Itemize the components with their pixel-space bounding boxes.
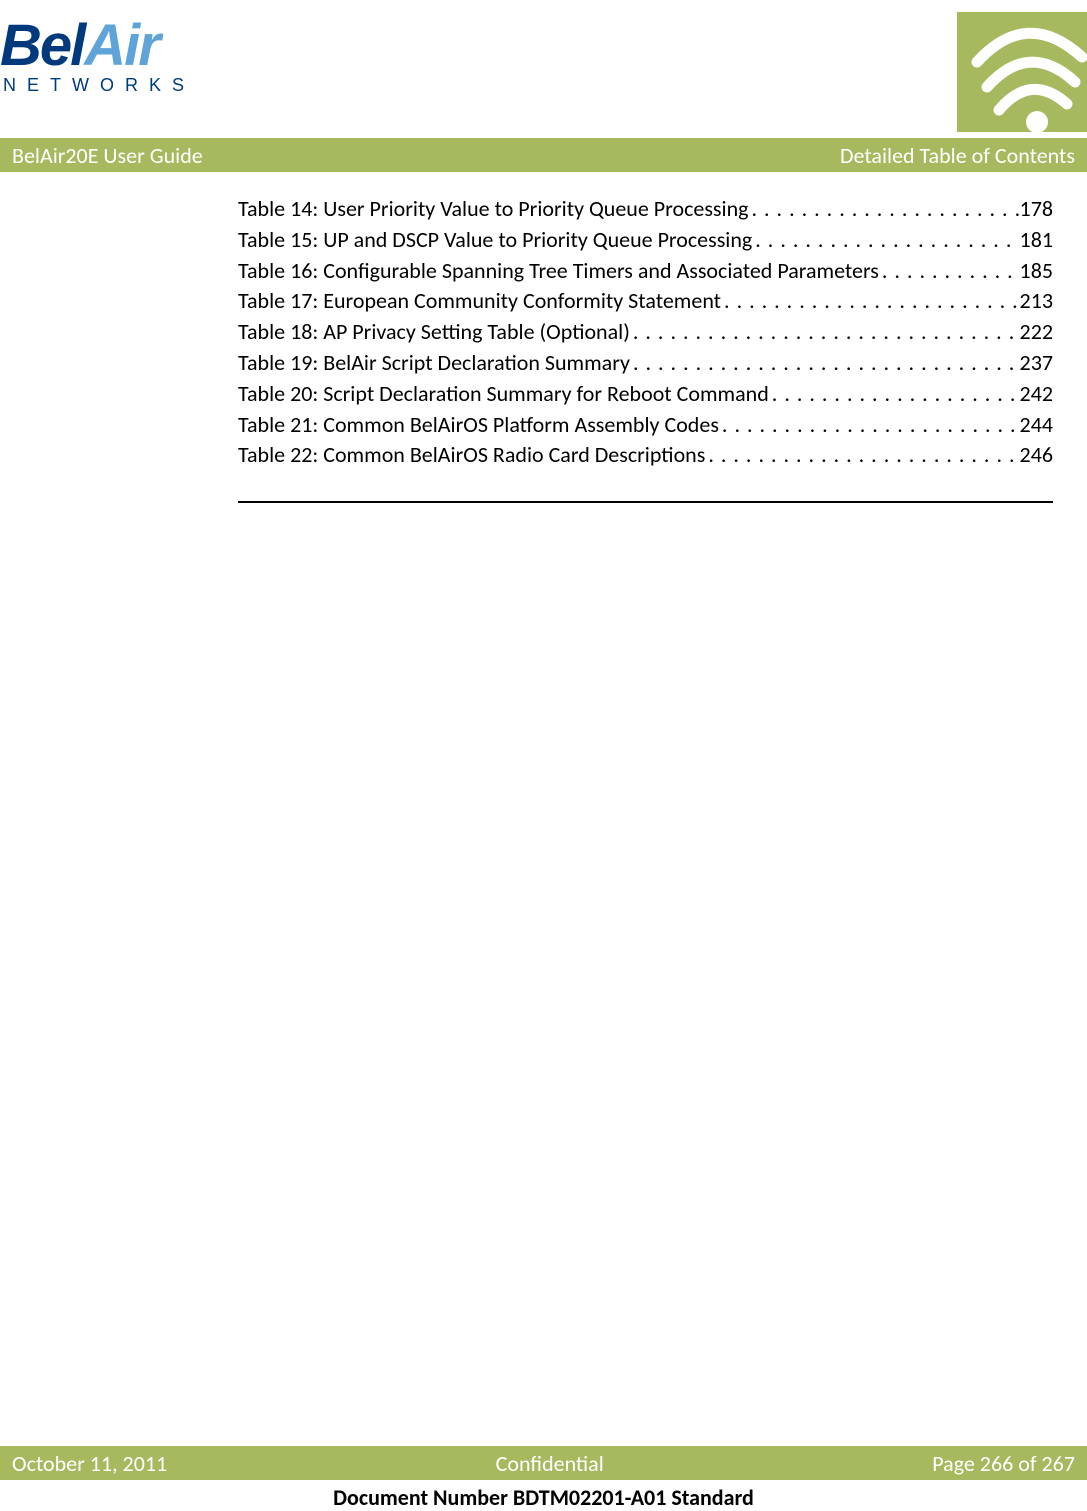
logo-bel: Bel — [0, 13, 84, 78]
footer-date: October 11, 2011 — [12, 1450, 167, 1477]
toc-page: 242 — [1020, 379, 1053, 410]
toc-label: Table 21: Common BelAirOS Platform Assem… — [238, 410, 719, 441]
toc-page: 178 — [1020, 194, 1053, 225]
footer-banner: October 11, 2011 Confidential Page 266 o… — [0, 1446, 1087, 1480]
title-banner: BelAir20E User Guide Detailed Table of C… — [0, 138, 1087, 172]
toc-label: Table 18: AP Privacy Setting Table (Opti… — [238, 317, 630, 348]
toc-page: 244 — [1020, 410, 1053, 441]
toc-page: 185 — [1020, 256, 1053, 287]
toc-leader — [719, 410, 1020, 441]
logo-air: Air — [84, 13, 159, 78]
toc-label: Table 20: Script Declaration Summary for… — [238, 379, 769, 410]
company-logo: BelAir NETWORKS — [0, 12, 195, 96]
toc-entry: Table 16: Configurable Spanning Tree Tim… — [238, 256, 1053, 287]
toc-page: 222 — [1020, 317, 1053, 348]
toc-leader — [752, 225, 1019, 256]
divider — [238, 501, 1053, 503]
logo-brand: BelAir — [0, 12, 195, 79]
toc-label: Table 17: European Community Conformity … — [238, 286, 721, 317]
toc-entry: Table 15: UP and DSCP Value to Priority … — [238, 225, 1053, 256]
toc-content: Table 14: User Priority Value to Priorit… — [238, 194, 1053, 471]
toc-entry: Table 18: AP Privacy Setting Table (Opti… — [238, 317, 1053, 348]
toc-entry: Table 14: User Priority Value to Priorit… — [238, 194, 1053, 225]
toc-leader — [721, 286, 1020, 317]
toc-label: Table 16: Configurable Spanning Tree Tim… — [238, 256, 879, 287]
toc-label: Table 22: Common BelAirOS Radio Card Des… — [238, 440, 705, 471]
toc-leader — [705, 440, 1019, 471]
footer: October 11, 2011 Confidential Page 266 o… — [0, 1446, 1087, 1511]
toc-entry: Table 21: Common BelAirOS Platform Assem… — [238, 410, 1053, 441]
toc-page: 213 — [1020, 286, 1053, 317]
footer-confidential: Confidential — [496, 1450, 604, 1477]
wifi-signal-icon — [957, 12, 1087, 132]
footer-docnum: Document Number BDTM02201-A01 Standard — [0, 1480, 1087, 1511]
toc-leader — [630, 348, 1020, 379]
toc-page: 181 — [1020, 225, 1053, 256]
section-title: Detailed Table of Contents — [840, 142, 1075, 169]
toc-label: Table 19: BelAir Script Declaration Summ… — [238, 348, 630, 379]
toc-entry: Table 17: European Community Conformity … — [238, 286, 1053, 317]
header: BelAir NETWORKS — [0, 0, 1087, 132]
toc-page: 246 — [1020, 440, 1053, 471]
toc-leader — [879, 256, 1020, 287]
toc-page: 237 — [1020, 348, 1053, 379]
logo-networks: NETWORKS — [0, 75, 195, 96]
toc-entry: Table 22: Common BelAirOS Radio Card Des… — [238, 440, 1053, 471]
footer-page: Page 266 of 267 — [932, 1450, 1075, 1477]
toc-leader — [769, 379, 1020, 410]
toc-entry: Table 20: Script Declaration Summary for… — [238, 379, 1053, 410]
toc-leader — [630, 317, 1020, 348]
toc-leader — [749, 194, 1020, 225]
doc-title: BelAir20E User Guide — [12, 142, 203, 169]
toc-label: Table 14: User Priority Value to Priorit… — [238, 194, 749, 225]
toc-label: Table 15: UP and DSCP Value to Priority … — [238, 225, 752, 256]
toc-entry: Table 19: BelAir Script Declaration Summ… — [238, 348, 1053, 379]
